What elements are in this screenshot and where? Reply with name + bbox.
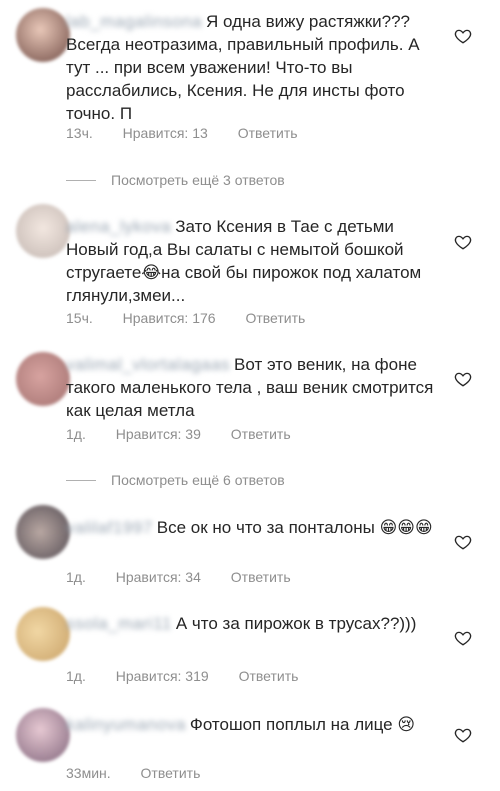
avatar[interactable]	[16, 505, 70, 559]
avatar[interactable]	[16, 708, 70, 762]
comment-meta: 33мин. Ответить	[66, 765, 226, 781]
comment-meta: 1д. Нравится: 39 Ответить	[66, 426, 317, 442]
avatar[interactable]	[16, 607, 70, 661]
comment-time: 1д.	[66, 426, 86, 442]
like-count[interactable]: Нравится: 13	[123, 125, 208, 141]
divider-line	[66, 179, 96, 181]
username[interactable]: lab_magalinsona	[66, 10, 202, 33]
comment-body: Все ок но что за понталоны 😁😁😁	[156, 518, 433, 537]
avatar[interactable]	[16, 352, 70, 406]
avatar[interactable]	[16, 204, 70, 258]
comment-text: ssola_mari11 А что за пирожок в трусах??)…	[66, 612, 436, 635]
like-count[interactable]: Нравится: 34	[116, 569, 201, 585]
reply-button[interactable]: Ответить	[231, 426, 291, 442]
comment-text: lab_magalinsona Я одна вижу растяжки??? В…	[66, 10, 436, 125]
divider-line	[66, 479, 96, 481]
like-heart-icon[interactable]	[454, 370, 472, 388]
like-heart-icon[interactable]	[454, 233, 472, 251]
username[interactable]: ssola_mari11	[66, 612, 172, 635]
username[interactable]: valimal_vlortalagaas	[66, 353, 230, 376]
comment-time: 33мин.	[66, 765, 111, 781]
view-more-replies[interactable]: Посмотреть ещё 6 ответов	[66, 470, 285, 490]
comment-text: valilaf1997 Все ок но что за понталоны 😁😁…	[66, 516, 436, 539]
reply-button[interactable]: Ответить	[238, 125, 298, 141]
comment-time: 15ч.	[66, 310, 93, 326]
comment-time: 1д.	[66, 569, 86, 585]
like-heart-icon[interactable]	[454, 533, 472, 551]
like-count[interactable]: Нравится: 176	[123, 310, 216, 326]
avatar[interactable]	[16, 8, 70, 62]
view-more-replies[interactable]: Посмотреть ещё 3 ответов	[66, 170, 285, 190]
comment-body: Фотошоп поплыл на лице 😢	[189, 715, 416, 734]
view-more-replies-label[interactable]: Посмотреть ещё 6 ответов	[111, 472, 285, 488]
comment-meta: 1д. Нравится: 319 Ответить	[66, 668, 324, 684]
comment-text: kalinyumanova Фотошоп поплыл на лице 😢	[66, 713, 436, 736]
username[interactable]: valilaf1997	[66, 516, 153, 539]
like-heart-icon[interactable]	[454, 629, 472, 647]
username[interactable]: kalinyumanova	[66, 713, 186, 736]
like-heart-icon[interactable]	[454, 27, 472, 45]
reply-button[interactable]: Ответить	[245, 310, 305, 326]
reply-button[interactable]: Ответить	[231, 569, 291, 585]
comment-meta: 15ч. Нравится: 176 Ответить	[66, 310, 331, 326]
reply-button[interactable]: Ответить	[141, 765, 201, 781]
comment-meta: 13ч. Нравится: 13 Ответить	[66, 125, 324, 141]
view-more-replies-label[interactable]: Посмотреть ещё 3 ответов	[111, 172, 285, 188]
username[interactable]: alena_lykova	[66, 215, 171, 238]
comment-meta: 1д. Нравится: 34 Ответить	[66, 569, 317, 585]
comment-text: alena_lykova Зато Ксения в Тае с детьми Н…	[66, 215, 436, 307]
comment-time: 1д.	[66, 668, 86, 684]
reply-button[interactable]: Ответить	[239, 668, 299, 684]
comment-time: 13ч.	[66, 125, 93, 141]
comment-body: А что за пирожок в трусах??)))	[175, 614, 417, 633]
like-count[interactable]: Нравится: 39	[116, 426, 201, 442]
like-count[interactable]: Нравится: 319	[116, 668, 209, 684]
comment-text: valimal_vlortalagaas Вот это веник, на фо…	[66, 353, 436, 422]
like-heart-icon[interactable]	[454, 726, 472, 744]
